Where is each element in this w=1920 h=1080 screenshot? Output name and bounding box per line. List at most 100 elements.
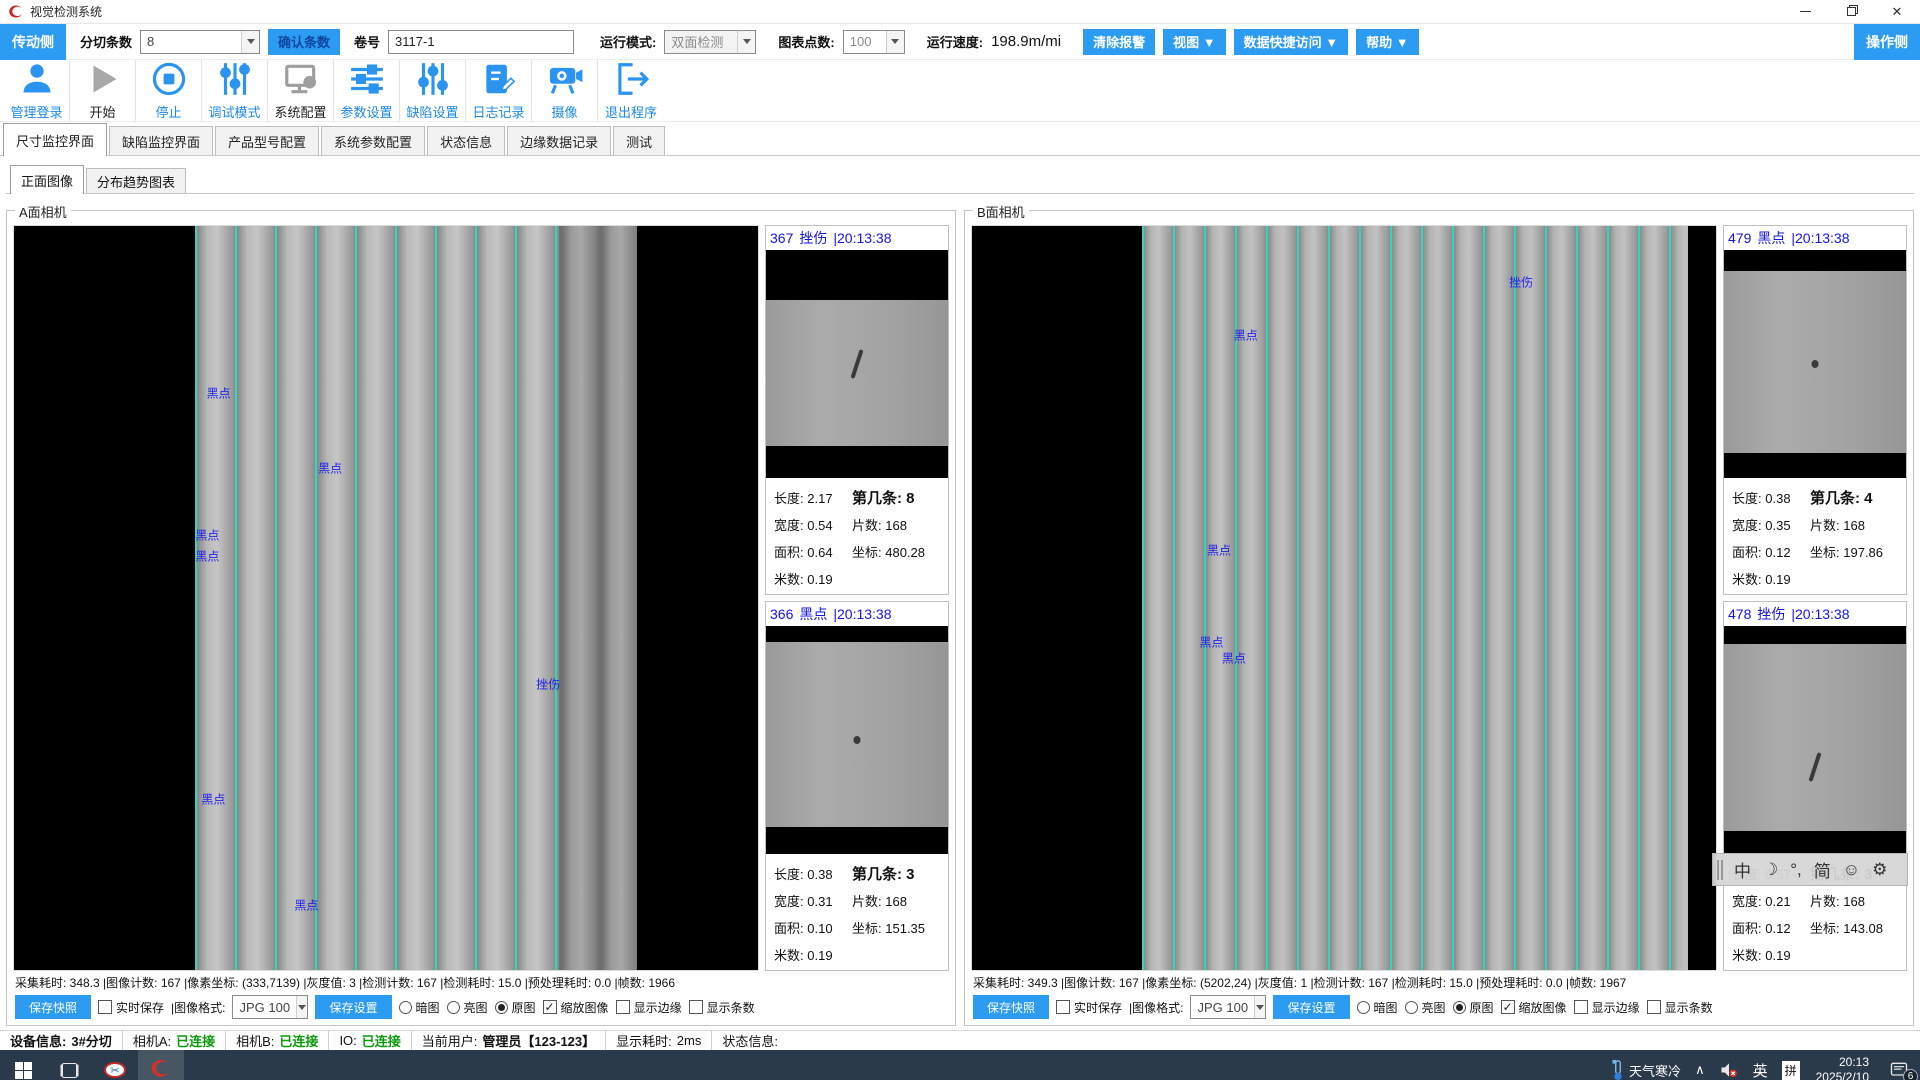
camera-icon xyxy=(546,60,584,98)
original-image-radio[interactable] xyxy=(495,1001,508,1014)
zoom-image-checkbox[interactable] xyxy=(1501,1000,1515,1014)
original-image-radio[interactable] xyxy=(1453,1001,1466,1014)
app-logo-icon xyxy=(8,4,24,20)
clock-tray-item[interactable]: 20:13 2025/2/10 xyxy=(1807,1055,1878,1080)
tab-defect-monitor[interactable]: 缺陷监控界面 xyxy=(109,126,213,155)
snipping-tool-button[interactable]: ✂ xyxy=(92,1050,138,1080)
exit-program-button[interactable]: 退出程序 xyxy=(598,60,664,121)
defect-id: 478 xyxy=(1728,606,1751,622)
log-record-button[interactable]: 日志记录 xyxy=(466,60,532,121)
device-info-bar: 设备信息:3#分切 相机A:已连接 相机B:已连接 IO:已连接 当前用户:管理… xyxy=(0,1030,1920,1050)
chart-points-select[interactable]: 100 xyxy=(843,30,905,54)
subtab-distribution-chart[interactable]: 分布趋势图表 xyxy=(86,168,186,193)
save-snapshot-button[interactable]: 保存快照 xyxy=(973,995,1049,1019)
tab-product-model-config[interactable]: 产品型号配置 xyxy=(215,126,319,155)
slit-count-select[interactable]: 8 xyxy=(140,30,260,54)
emoji-picker-icon[interactable]: ☺ xyxy=(1838,860,1865,880)
display-time-label: 显示耗时: xyxy=(616,1031,672,1050)
tab-status-info[interactable]: 状态信息 xyxy=(427,126,505,155)
tab-size-monitor[interactable]: 尺寸监控界面 xyxy=(3,123,107,156)
weather-tray-item[interactable]: 天气寒冷 xyxy=(1604,1050,1688,1080)
strip-region xyxy=(195,226,560,970)
vision-app-taskbar-button[interactable] xyxy=(138,1050,184,1080)
subtab-front-image[interactable]: 正面图像 xyxy=(10,165,84,194)
camera-capture-button[interactable]: 摄像 xyxy=(532,60,598,121)
dark-image-radio[interactable] xyxy=(399,1001,412,1014)
debug-mode-button[interactable]: 调试模式 xyxy=(202,60,268,121)
weather-text: 天气寒冷 xyxy=(1629,1061,1681,1080)
tab-edge-data-record[interactable]: 边缘数据记录 xyxy=(507,126,611,155)
view-menu-button[interactable]: 视图 ▼ xyxy=(1163,29,1225,55)
bright-image-radio[interactable] xyxy=(1405,1001,1418,1014)
device-info-label: 设备信息: xyxy=(10,1031,66,1050)
help-menu-button[interactable]: 帮助 ▼ xyxy=(1356,29,1418,55)
camera-a-image[interactable]: 黑点黑点黑点黑点挫伤黑点黑点 xyxy=(13,225,759,971)
admin-login-button[interactable]: 管理登录 xyxy=(4,60,70,121)
stop-button[interactable]: 停止 xyxy=(136,60,202,121)
zoom-image-checkbox[interactable] xyxy=(543,1000,557,1014)
status-info-label: 状态信息: xyxy=(722,1031,778,1050)
show-edge-checkbox[interactable] xyxy=(1574,1000,1588,1014)
hidden-icons-chevron[interactable]: ∧ xyxy=(1688,1050,1712,1080)
restore-button[interactable] xyxy=(1828,0,1874,24)
moon-fullwidth-icon[interactable]: ☽ xyxy=(1758,860,1783,880)
tab-system-param-config[interactable]: 系统参数配置 xyxy=(321,126,425,155)
start-button[interactable] xyxy=(0,1050,46,1080)
drive-side-button[interactable]: 传动侧 xyxy=(0,24,66,60)
action-center-button[interactable]: 6 xyxy=(1878,1050,1920,1080)
defect-label: 黑点 xyxy=(1222,649,1246,666)
monitor-gear-icon xyxy=(282,60,320,98)
defect-stats: 长度: 0.38 第几条: 4 宽度: 0.35 片数: 168 面积: 0.1… xyxy=(1724,478,1906,594)
defect-id: 366 xyxy=(770,606,793,622)
simplified-chinese-toggle[interactable]: 简 xyxy=(1809,857,1836,882)
ime-mode-chinese[interactable]: 中 xyxy=(1729,857,1756,882)
defect-time: |20:13:38 xyxy=(833,230,891,246)
start-button[interactable]: 开始 xyxy=(70,60,136,121)
confirm-count-button[interactable]: 确认条数 xyxy=(268,29,340,55)
realtime-save-checkbox[interactable] xyxy=(1056,1000,1070,1014)
current-user-label: 当前用户: xyxy=(422,1031,478,1050)
camera-b-image[interactable]: 挫伤黑点黑点黑点黑点 xyxy=(971,225,1717,971)
bright-image-radio[interactable] xyxy=(447,1001,460,1014)
dark-image-radio[interactable] xyxy=(1357,1001,1370,1014)
clear-alarm-button[interactable]: 清除报警 xyxy=(1083,29,1155,55)
camera-a-caption: A面相机 xyxy=(15,202,71,221)
language-indicator[interactable]: 英 xyxy=(1746,1050,1775,1080)
realtime-save-checkbox[interactable] xyxy=(98,1000,112,1014)
volume-muted-button[interactable] xyxy=(1712,1050,1746,1080)
save-settings-button[interactable]: 保存设置 xyxy=(315,995,391,1019)
task-view-button[interactable] xyxy=(46,1050,92,1080)
app-logo-icon xyxy=(150,1058,172,1080)
close-button[interactable]: ✕ xyxy=(1874,0,1920,24)
gear-icon[interactable]: ⚙ xyxy=(1867,860,1892,880)
chevron-down-icon xyxy=(886,31,904,53)
tab-test[interactable]: 测试 xyxy=(613,126,665,155)
stop-icon xyxy=(150,60,188,98)
param-settings-button[interactable]: 参数设置 xyxy=(334,60,400,121)
defect-label: 挫伤 xyxy=(536,675,560,692)
image-format-select[interactable]: JPG 100 xyxy=(1190,995,1266,1019)
user-icon xyxy=(18,60,56,98)
camera-b-status-line: 采集耗时: 349.3 |图像计数: 167 |像素坐标: (5202,24) … xyxy=(971,971,1907,993)
save-settings-button[interactable]: 保存设置 xyxy=(1273,995,1349,1019)
image-format-select[interactable]: JPG 100 xyxy=(232,995,308,1019)
punctuation-toggle[interactable]: °, xyxy=(1785,860,1807,880)
sliders-horizontal-icon xyxy=(348,60,386,98)
defect-settings-button[interactable]: 缺陷设置 xyxy=(400,60,466,121)
operate-side-button[interactable]: 操作侧 xyxy=(1854,24,1920,60)
show-edge-checkbox[interactable] xyxy=(616,1000,630,1014)
defect-thumbnail xyxy=(766,250,948,478)
show-count-checkbox[interactable] xyxy=(689,1000,703,1014)
run-mode-select[interactable]: 双面检测 xyxy=(664,30,756,54)
roll-number-input[interactable] xyxy=(388,30,574,54)
save-snapshot-button[interactable]: 保存快照 xyxy=(15,995,91,1019)
drag-handle-icon[interactable] xyxy=(1717,860,1723,880)
minimize-button[interactable] xyxy=(1782,0,1828,24)
defect-header: 479 黑点 |20:13:38 xyxy=(1724,226,1906,250)
show-count-checkbox[interactable] xyxy=(1647,1000,1661,1014)
data-quick-access-button[interactable]: 数据快捷访问 ▼ xyxy=(1234,29,1348,55)
ime-indicator[interactable]: 拼 xyxy=(1775,1050,1807,1080)
defect-label: 黑点 xyxy=(318,459,342,476)
system-config-button[interactable]: 系统配置 xyxy=(268,60,334,121)
camera-b-group: B面相机 挫伤黑点黑点黑点黑点 479 黑点 |20:13:38 xyxy=(964,210,1914,1026)
